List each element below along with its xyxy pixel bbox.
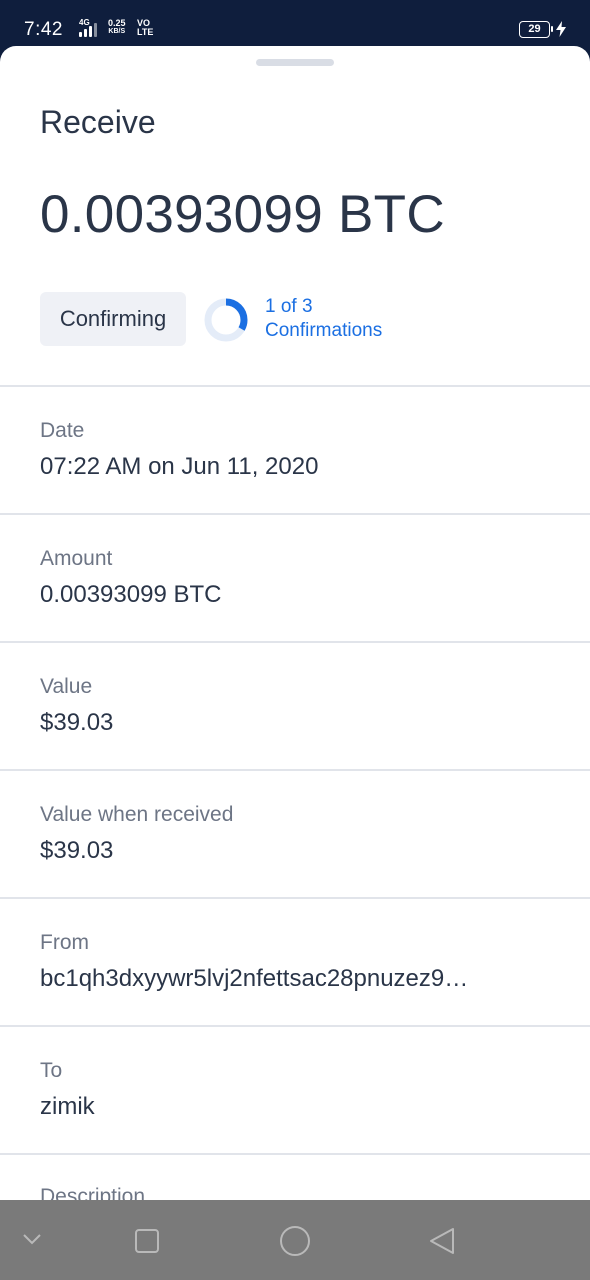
divider	[0, 641, 590, 643]
divider	[0, 769, 590, 771]
from-address[interactable]: bc1qh3dxyywr5lvj2nfettsac28pnuzez9…	[40, 965, 555, 993]
status-badge: Confirming	[40, 292, 186, 346]
home-circle-icon[interactable]	[279, 1225, 311, 1257]
to-label: To	[40, 1059, 63, 1082]
amount-label: Amount	[40, 547, 113, 570]
divider	[0, 513, 590, 515]
divider	[0, 1025, 590, 1027]
value-when-received-label: Value when received	[40, 803, 234, 826]
network-speed-value: 0.25	[108, 18, 126, 28]
to-value: zimik	[40, 1093, 95, 1120]
back-triangle-icon[interactable]	[428, 1226, 456, 1256]
volte-bottom-label: LTE	[137, 27, 154, 37]
value-when-received-value: $39.03	[40, 837, 114, 864]
from-label: From	[40, 931, 89, 954]
volte-icon: VO LTE	[137, 19, 153, 37]
confirmations-label: Confirmations	[265, 320, 383, 341]
status-time: 7:42	[24, 19, 63, 40]
network-speed-unit: KB/S	[108, 28, 126, 35]
confirmations-count: 1 of 3	[265, 296, 313, 317]
page-title: Receive	[40, 104, 156, 140]
navigation-bar	[0, 1200, 590, 1280]
divider	[0, 897, 590, 899]
battery-icon: 29	[519, 21, 553, 38]
amount-value: 0.00393099 BTC	[40, 581, 222, 608]
date-value: 07:22 AM on Jun 11, 2020	[40, 453, 319, 480]
signal-icon	[79, 23, 103, 37]
drag-handle[interactable]	[256, 59, 334, 66]
confirmation-progress-icon	[204, 298, 248, 342]
divider	[0, 385, 590, 387]
recents-square-icon[interactable]	[134, 1228, 160, 1254]
date-label: Date	[40, 419, 85, 442]
network-speed: 0.25 KB/S	[108, 19, 126, 36]
charging-bolt-icon	[556, 21, 566, 37]
transaction-amount: 0.00393099 BTC	[40, 185, 445, 244]
confirmations-text: 1 of 3 Confirmations	[265, 295, 382, 343]
divider	[0, 1153, 590, 1155]
value-value: $39.03	[40, 709, 114, 736]
value-label: Value	[40, 675, 93, 698]
battery-level: 29	[528, 23, 541, 35]
transaction-detail-sheet: Receive 0.00393099 BTC Confirming 1 of 3…	[0, 46, 590, 1206]
chevron-down-icon[interactable]	[22, 1233, 42, 1245]
